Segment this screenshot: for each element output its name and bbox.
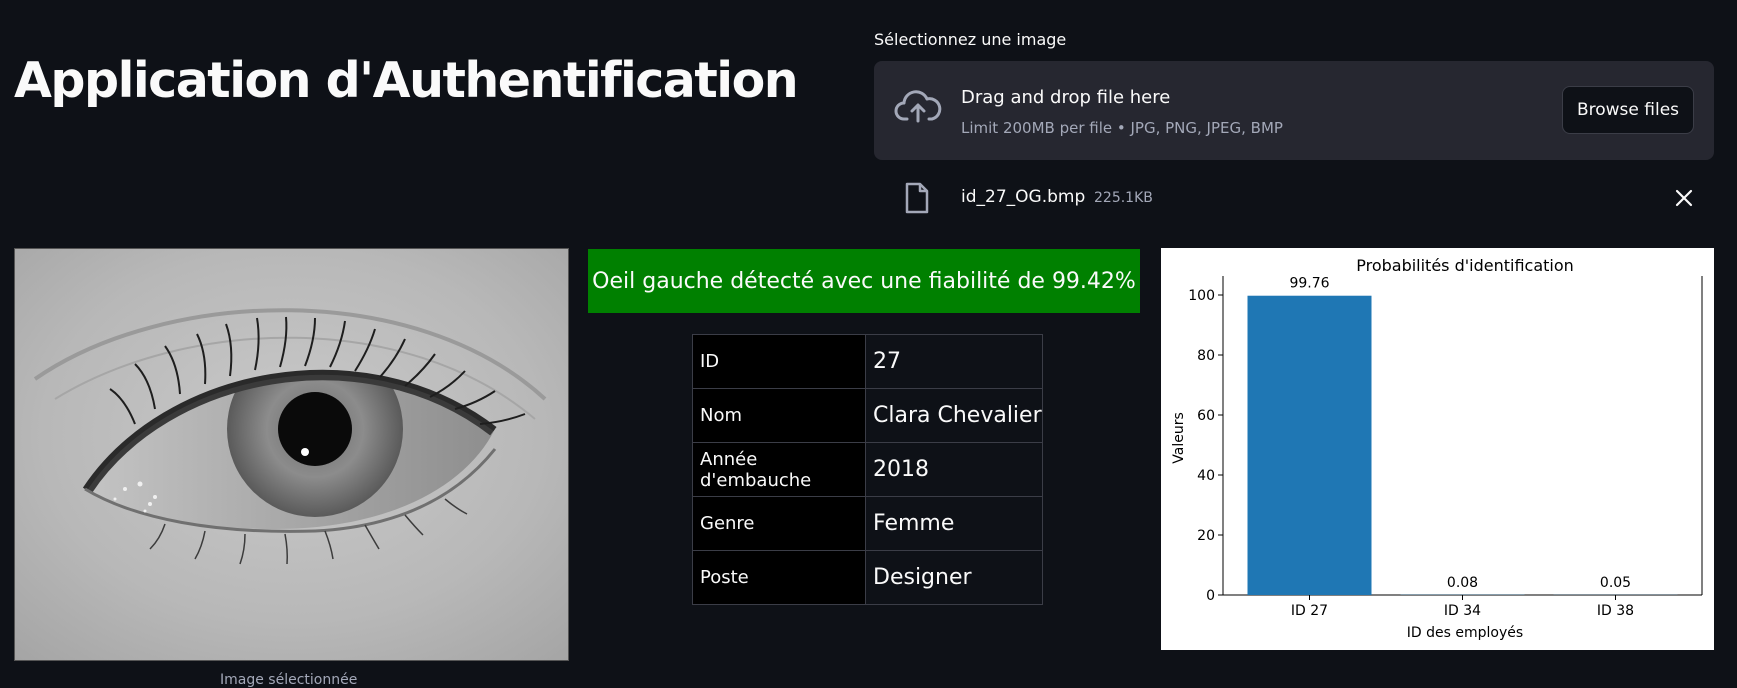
bar-chart-svg: Probabilités d'identification ID des emp… [1161, 248, 1714, 650]
dropzone-limits: Limit 200MB per file • JPG, PNG, JPEG, B… [961, 119, 1283, 137]
file-icon [904, 182, 930, 214]
table-row: Poste Designer [693, 551, 1043, 605]
identification-probability-chart: Probabilités d'identification ID des emp… [1161, 248, 1714, 650]
file-size: 225.1KB [1094, 190, 1153, 206]
chart-y-tick-label: 100 [1188, 288, 1215, 304]
detection-success-alert: Oeil gauche détecté avec une fiabilité d… [588, 249, 1140, 313]
row-key: Nom [693, 389, 866, 443]
row-value: Femme [866, 497, 1043, 551]
table-row: Nom Clara Chevalier [693, 389, 1043, 443]
row-key: Année d'embauche [693, 443, 866, 497]
chart-y-tick-label: 40 [1197, 468, 1215, 484]
chart-x-tick-label: ID 27 [1291, 603, 1328, 619]
eye-image-graphic [15, 249, 569, 661]
table-row: Genre Femme [693, 497, 1043, 551]
row-key: Genre [693, 497, 866, 551]
close-icon[interactable] [1674, 188, 1694, 208]
chart-x-tick-label: ID 38 [1597, 603, 1634, 619]
chart-y-axis-label: Valeurs [1171, 412, 1187, 464]
image-caption: Image sélectionnée [220, 672, 357, 688]
table-row: ID 27 [693, 335, 1043, 389]
cloud-upload-icon [894, 87, 942, 127]
chart-title: Probabilités d'identification [1356, 256, 1574, 275]
eye-image [14, 248, 569, 661]
chart-y-tick-label: 60 [1197, 408, 1215, 424]
chart-y-tick-label: 20 [1197, 528, 1215, 544]
page-title: Application d'Authentification [14, 52, 797, 109]
row-key: ID [693, 335, 866, 389]
uploaded-file-row: id_27_OG.bmp 225.1KB [874, 180, 1714, 216]
chart-data-label: 0.08 [1447, 575, 1478, 591]
chart-data-label: 0.05 [1600, 575, 1631, 591]
row-value: 2018 [866, 443, 1043, 497]
employee-info-table: ID 27 Nom Clara Chevalier Année d'embauc… [692, 334, 1043, 605]
chart-data-label: 99.76 [1289, 276, 1329, 292]
uploader-label: Sélectionnez une image [874, 30, 1066, 49]
chart-y-tick-label: 80 [1197, 348, 1215, 364]
file-name: id_27_OG.bmp [961, 187, 1085, 207]
row-value: Designer [866, 551, 1043, 605]
browse-files-button[interactable]: Browse files [1562, 86, 1694, 134]
chart-x-tick-label: ID 34 [1444, 603, 1481, 619]
chart-bar [1248, 296, 1372, 595]
file-dropzone[interactable]: Drag and drop file here Limit 200MB per … [874, 61, 1714, 160]
row-value: Clara Chevalier [866, 389, 1043, 443]
table-row: Année d'embauche 2018 [693, 443, 1043, 497]
chart-y-tick-label: 0 [1206, 588, 1215, 604]
row-value: 27 [866, 335, 1043, 389]
dropzone-title: Drag and drop file here [961, 87, 1170, 108]
row-key: Poste [693, 551, 866, 605]
chart-x-axis-label: ID des employés [1407, 625, 1523, 641]
